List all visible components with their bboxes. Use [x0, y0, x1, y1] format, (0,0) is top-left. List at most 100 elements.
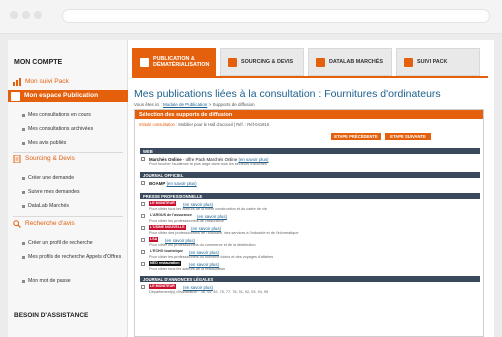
window-dot[interactable] — [10, 11, 18, 19]
breadcrumb: Vous êtes ici : Module de Publication > … — [134, 102, 255, 107]
consultation-label: Intitulé consultation : — [139, 122, 178, 127]
section-header: PRESSE PROFESSIONNELLE — [140, 193, 480, 199]
breadcrumb-prefix: Vous êtes ici : — [134, 102, 162, 107]
sidebar-item-recherche[interactable]: Recherche d'avis — [25, 220, 75, 227]
breadcrumb-current: Supports de diffusion — [212, 102, 255, 107]
section-title: JOURNAL D'ANNONCES LÉGALES — [143, 276, 214, 282]
section-title: JOURNAL OFFICIEL — [143, 172, 184, 178]
sidebar: MON COMPTE Mon suivi Pack Mon espace Pub… — [8, 40, 128, 337]
main-tabs: PUBLICATION & DÉMATÉRIALISATION SOURCING… — [132, 48, 488, 76]
support-text: - offre Pack Marchés Online — [181, 156, 239, 162]
support-description: Pour toucher l'audience la plus large da… — [149, 162, 267, 166]
bar-chart-icon — [13, 78, 21, 86]
moniteur-logo: LE MONITEUR — [149, 284, 176, 289]
page: MON COMPTE Mon suivi Pack Mon espace Pub… — [8, 40, 494, 337]
more-info-link[interactable]: (en savoir plus) — [167, 181, 197, 186]
support-label: Marchés Online - offre Pack Marchés Onli… — [149, 157, 269, 162]
support-label: BOAMP (en savoir plus) — [149, 181, 197, 186]
panel-header: Sélection des supports de diffusion — [135, 110, 483, 119]
section-title: PRESSE PROFESSIONNELLE — [143, 193, 203, 199]
sidebar-subitem[interactable]: Mes consultations en cours — [22, 112, 123, 119]
divider — [13, 216, 123, 217]
tab-label: DATALAB MARCHÉS — [329, 59, 383, 65]
address-bar[interactable] — [62, 9, 490, 23]
support-description: Pour cibler les professionnels du commer… — [149, 243, 256, 247]
support-name: BOAMP — [149, 180, 166, 186]
consultation-info: Intitulé consultation : Mobilier pour le… — [139, 122, 269, 127]
support-checkbox[interactable] — [141, 202, 145, 206]
support-description: Pour cibler tous les acteurs de la filiè… — [149, 207, 267, 211]
diffusion-panel: Sélection des supports de diffusion Inti… — [134, 109, 484, 337]
panel-title: Sélection des supports de diffusion — [139, 111, 233, 118]
breadcrumb-link[interactable]: Module de Publication — [163, 102, 207, 107]
support-checkbox[interactable] — [141, 238, 145, 242]
document-icon — [13, 155, 21, 163]
publication-icon — [140, 58, 149, 67]
argus-logo: L'ARGUS de l'assurance — [150, 213, 192, 217]
divider — [13, 152, 123, 153]
sidebar-item-espace-publication[interactable]: Mon espace Publication — [8, 90, 128, 102]
more-info-link[interactable]: (en savoir plus) — [183, 202, 213, 207]
tab-label: SOURCING & DEVIS — [241, 59, 294, 65]
window-dot[interactable] — [34, 11, 42, 19]
support-description: Pour cibler des professionnels de l'indu… — [149, 231, 299, 235]
edit-icon — [11, 91, 20, 101]
browser-toolbar — [0, 0, 502, 34]
lsa-logo: LSA — [149, 237, 159, 242]
window-dot[interactable] — [22, 11, 30, 19]
assistance-title: BESOIN D'ASSISTANCE — [14, 312, 89, 319]
tab-datalab[interactable]: DATALAB MARCHÉS — [308, 48, 392, 76]
tab-suivi-pack[interactable]: SUIVI PACK — [396, 48, 480, 76]
section-title: WEB — [143, 148, 153, 154]
consultation-value: Mobilier pour le Hall d'accueil | Réf. :… — [178, 122, 270, 127]
sidebar-subitem[interactable]: Mes avis publiés — [22, 140, 123, 147]
tab-underline — [132, 76, 488, 78]
pack-icon — [404, 58, 413, 67]
support-description: Pour cibler les professionnels de l'assu… — [149, 219, 225, 223]
search-icon — [13, 220, 21, 228]
sidebar-subitem[interactable]: Mon mot de passe — [22, 278, 123, 285]
support-checkbox[interactable] — [141, 214, 145, 218]
sidebar-title: MON COMPTE — [14, 59, 63, 66]
section-header: JOURNAL OFFICIEL — [140, 172, 480, 178]
more-info-link[interactable]: (en savoir plus) — [183, 285, 213, 290]
sidebar-subitem[interactable]: Créer un profil de recherche — [22, 240, 123, 247]
support-description: Pour cibler tous les acteurs de la resta… — [149, 267, 226, 271]
neo-restauration-logo: NEO restauration — [149, 261, 181, 266]
support-checkbox[interactable] — [141, 181, 145, 185]
browser-window: MON COMPTE Mon suivi Pack Mon espace Pub… — [0, 0, 502, 337]
support-checkbox[interactable] — [141, 262, 145, 266]
more-info-link[interactable]: (en savoir plus) — [189, 250, 219, 255]
page-title: Mes publications liées à la consultation… — [134, 88, 441, 100]
support-checkbox[interactable] — [141, 226, 145, 230]
support-checkbox[interactable] — [141, 285, 145, 289]
sidebar-subitem[interactable]: Suivre mes demandes — [22, 189, 123, 196]
support-description: Département(s) d'habilitation : 36, 44, … — [149, 290, 269, 294]
support-checkbox[interactable] — [141, 157, 145, 161]
support-description: Pour cibler les professionnels du touris… — [149, 255, 274, 259]
next-step-button[interactable]: ETAPE SUIVANTE — [385, 133, 431, 140]
section-header: JOURNAL D'ANNONCES LÉGALES — [140, 276, 480, 282]
previous-step-button[interactable]: ETAPE PRÉCÉDENTE — [331, 133, 381, 140]
sidebar-item-suivi-pack[interactable]: Mon suivi Pack — [25, 78, 69, 85]
more-info-link[interactable]: (en savoir plus) — [189, 262, 219, 267]
sidebar-subitem[interactable]: Créer une demande — [22, 175, 123, 182]
sidebar-subitem[interactable]: DataLab Marchés — [22, 203, 123, 210]
datalab-icon — [316, 58, 325, 67]
echo-touristique-logo: L'ECHO touristique — [150, 249, 183, 253]
more-info-link[interactable]: (en savoir plus) — [191, 226, 221, 231]
sidebar-subitem[interactable]: Mes consultations archivées — [22, 126, 123, 133]
section-header: WEB — [140, 148, 480, 154]
sidebar-item-label: Mon espace Publication — [24, 92, 99, 99]
more-info-link[interactable]: (en savoir plus) — [165, 238, 195, 243]
sidebar-subitem[interactable]: Mes profils de recherche Appels d'Offres — [22, 254, 123, 261]
more-info-link[interactable]: (en savoir plus) — [238, 157, 268, 162]
tab-publication[interactable]: PUBLICATION & DÉMATÉRIALISATION — [132, 48, 216, 76]
support-checkbox[interactable] — [141, 250, 145, 254]
tab-label: PUBLICATION & DÉMATÉRIALISATION — [153, 56, 210, 68]
tab-label: SUIVI PACK — [417, 59, 448, 65]
more-info-link[interactable]: (en savoir plus) — [197, 214, 227, 219]
sidebar-item-sourcing[interactable]: Sourcing & Devis — [25, 155, 75, 162]
sourcing-icon — [228, 58, 237, 67]
tab-sourcing[interactable]: SOURCING & DEVIS — [220, 48, 304, 76]
